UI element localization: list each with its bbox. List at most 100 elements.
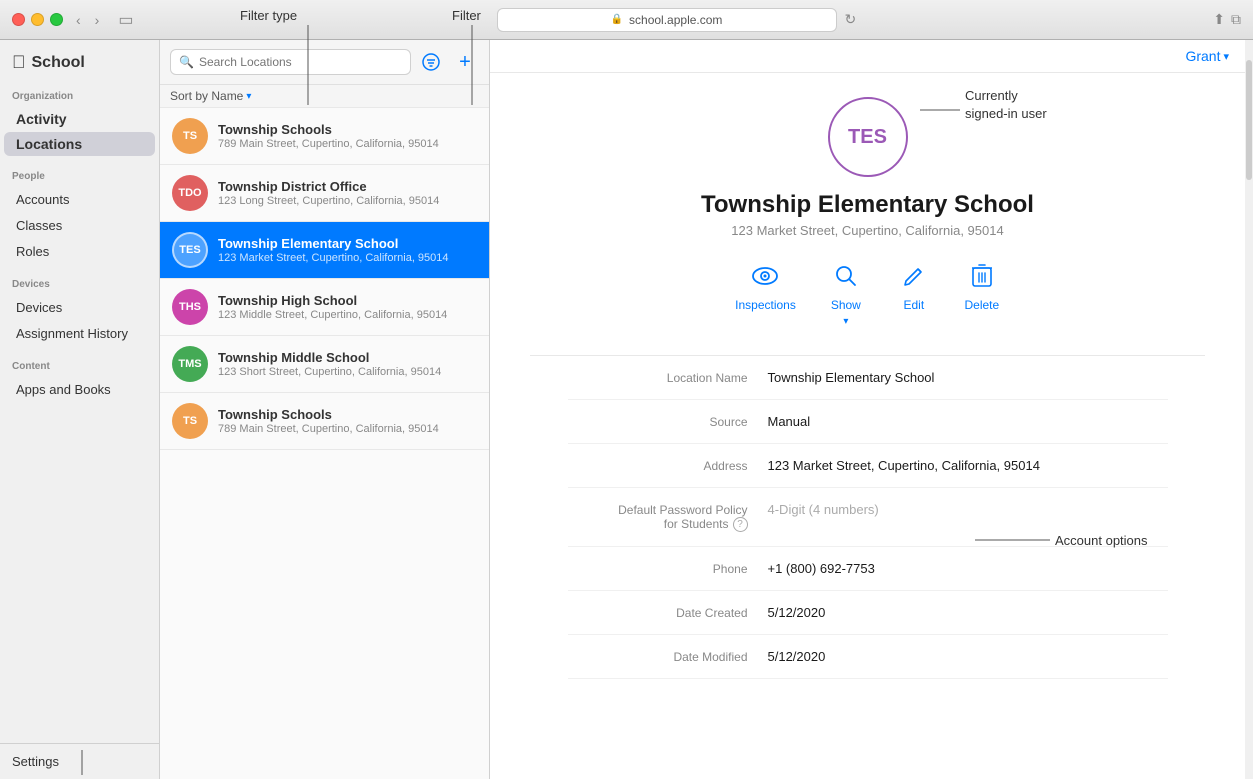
location-item[interactable]: THSTownship High School123 Middle Street…	[160, 279, 489, 336]
url-input[interactable]: 🔒 school.apple.com	[497, 8, 837, 32]
delete-label: Delete	[965, 298, 1000, 312]
search-input[interactable]	[199, 55, 402, 69]
location-avatar: THS	[172, 289, 208, 325]
detail-avatar: TES	[828, 97, 908, 177]
sidebar-organization-section: Organization Activity Locations	[0, 81, 159, 161]
sidebar-item-settings[interactable]: Settings	[0, 743, 159, 779]
field-row: Location NameTownship Elementary School	[568, 356, 1168, 400]
location-item[interactable]: TS Township Schools789 Main Street, Cuper…	[160, 393, 489, 450]
location-name: Township District Office	[218, 179, 477, 194]
filter-button[interactable]	[417, 48, 445, 76]
magnify-icon	[828, 258, 864, 294]
reload-button[interactable]: ↻	[845, 11, 857, 28]
inspections-action[interactable]: Inspections	[735, 258, 796, 312]
field-value: Manual	[768, 414, 1168, 429]
search-icon: 🔍	[179, 55, 194, 69]
sidebar-devices-section: Devices Devices Assignment History	[0, 269, 159, 351]
app-window:  School Organization Activity Locations…	[0, 40, 1253, 779]
nav-buttons: ‹ ›	[71, 10, 104, 30]
detail-content: TES Township Elementary School 123 Marke…	[490, 73, 1245, 779]
field-row: SourceManual	[568, 400, 1168, 444]
location-address: 123 Long Street, Cupertino, California, …	[218, 195, 477, 207]
field-value: 5/12/2020	[768, 605, 1168, 620]
sidebar-content-section: Content Apps and Books	[0, 351, 159, 407]
field-label: Location Name	[568, 370, 768, 385]
sort-bar: Sort by Name ▾	[160, 85, 489, 108]
browser-actions: ⬆ ⧉	[1213, 11, 1241, 28]
maximize-button[interactable]	[50, 13, 63, 26]
field-row: Date Created5/12/2020	[568, 591, 1168, 635]
apple-logo-icon: 	[12, 52, 26, 73]
location-item[interactable]: TES Township Elementary School123 Market …	[160, 222, 489, 279]
add-location-button[interactable]: +	[451, 48, 479, 76]
sort-toggle[interactable]: ▾	[246, 91, 251, 102]
trash-icon	[964, 258, 1000, 294]
location-address: 123 Market Street, Cupertino, California…	[218, 252, 477, 264]
field-row: Phone+1 (800) 692-7753	[568, 547, 1168, 591]
field-label: Date Modified	[568, 649, 768, 664]
minimize-button[interactable]	[31, 13, 44, 26]
sidebar-item-devices[interactable]: Devices	[4, 295, 155, 320]
show-action[interactable]: Show ▾	[828, 258, 864, 327]
sidebar-toggle-button[interactable]: ▭	[112, 8, 139, 32]
show-chevron-icon: ▾	[843, 316, 848, 327]
location-name: Township Schools	[218, 407, 477, 422]
sidebar-header:  School	[0, 40, 159, 81]
organization-section-label: Organization	[0, 89, 159, 106]
scrollbar[interactable]	[1245, 40, 1253, 779]
user-label: Grant	[1185, 48, 1220, 64]
detail-header: Grant ▾	[490, 40, 1245, 73]
field-label: Default Password Policyfor Students?	[568, 502, 768, 532]
location-avatar: TMS	[172, 346, 208, 382]
location-avatar: TES	[172, 232, 208, 268]
close-button[interactable]	[12, 13, 25, 26]
sidebar-people-section: People Accounts Classes Roles	[0, 161, 159, 269]
location-address: 789 Main Street, Cupertino, California, …	[218, 423, 477, 435]
sidebar-item-activity[interactable]: Activity	[4, 107, 155, 131]
sidebar-item-roles[interactable]: Roles	[4, 239, 155, 264]
filter-icon	[421, 52, 441, 72]
traffic-lights	[12, 13, 63, 26]
sidebar-item-accounts[interactable]: Accounts	[4, 187, 155, 212]
sort-label: Sort by Name	[170, 89, 243, 103]
user-menu-button[interactable]: Grant ▾	[1185, 48, 1229, 64]
edit-label: Edit	[904, 298, 925, 312]
share-button[interactable]: ⬆	[1213, 11, 1225, 28]
help-icon[interactable]: ?	[733, 517, 748, 532]
location-item[interactable]: TDOTownship District Office123 Long Stre…	[160, 165, 489, 222]
sidebar-spacer	[0, 407, 159, 743]
sidebar:  School Organization Activity Locations…	[0, 40, 160, 779]
location-item[interactable]: TSTownship Schools789 Main Street, Cuper…	[160, 108, 489, 165]
sort-chevron-icon: ▾	[246, 91, 251, 102]
edit-action[interactable]: Edit	[896, 258, 932, 312]
lock-icon: 🔒	[611, 14, 623, 25]
location-avatar: TS	[172, 403, 208, 439]
sidebar-item-locations[interactable]: Locations	[4, 132, 155, 156]
field-label: Phone	[568, 561, 768, 576]
search-box[interactable]: 🔍	[170, 49, 411, 75]
field-value: +1 (800) 692-7753	[768, 561, 1168, 576]
back-button[interactable]: ‹	[71, 10, 86, 30]
location-address: 123 Short Street, Cupertino, California,…	[218, 366, 477, 378]
detail-panel: Grant ▾ TES Township Elementary School 1…	[490, 40, 1245, 779]
location-info: Township District Office123 Long Street,…	[218, 179, 477, 207]
detail-fields: Location NameTownship Elementary SchoolS…	[568, 356, 1168, 679]
field-value: Township Elementary School	[768, 370, 1168, 385]
field-label: Date Created	[568, 605, 768, 620]
sidebar-app-title: School	[32, 54, 85, 72]
scrollbar-thumb[interactable]	[1246, 60, 1252, 180]
address-bar: 🔒 school.apple.com ↻	[147, 8, 1205, 32]
detail-actions: Inspections Show ▾	[735, 258, 1000, 327]
forward-button[interactable]: ›	[90, 10, 105, 30]
sidebar-item-classes[interactable]: Classes	[4, 213, 155, 238]
sidebar-item-apps-books[interactable]: Apps and Books	[4, 377, 155, 402]
new-tab-button[interactable]: ⧉	[1231, 11, 1241, 28]
location-name: Township Middle School	[218, 350, 477, 365]
delete-action[interactable]: Delete	[964, 258, 1000, 312]
location-address: 789 Main Street, Cupertino, California, …	[218, 138, 477, 150]
sidebar-item-assignment-history[interactable]: Assignment History	[4, 321, 155, 346]
browser-chrome: ‹ › ▭ 🔒 school.apple.com ↻ ⬆ ⧉	[0, 0, 1253, 40]
location-info: Township Elementary School123 Market Str…	[218, 236, 477, 264]
location-item[interactable]: TMS Township Middle School123 Short Stree…	[160, 336, 489, 393]
location-info: Township Schools789 Main Street, Cuperti…	[218, 122, 477, 150]
